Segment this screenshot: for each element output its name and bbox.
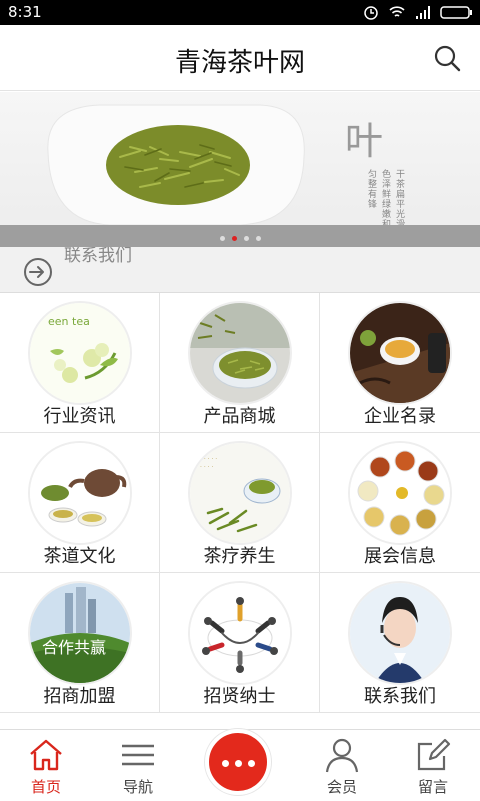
enterprise-directory-icon bbox=[348, 301, 452, 405]
nav-message[interactable]: 留言 bbox=[393, 730, 473, 801]
status-bar: 8:31 bbox=[0, 0, 480, 25]
wifi-icon bbox=[389, 6, 405, 17]
grid-item-label: 展会信息 bbox=[364, 546, 436, 567]
carousel-dot-active[interactable] bbox=[231, 236, 237, 241]
grid-item-tea-culture[interactable]: 茶道文化 bbox=[0, 433, 160, 573]
tea-culture-icon bbox=[28, 441, 132, 545]
grid-item-enterprise-directory[interactable]: 企业名录 bbox=[320, 293, 480, 433]
carousel-dot[interactable] bbox=[243, 236, 249, 241]
nav-navigation[interactable]: 导航 bbox=[98, 730, 178, 801]
carousel-dots bbox=[0, 236, 480, 241]
nav-home[interactable]: 首页 bbox=[6, 730, 86, 801]
contact-us-icon bbox=[348, 581, 452, 685]
grid-item-product-mall[interactable]: 产品商城 bbox=[160, 293, 320, 433]
edit-icon bbox=[417, 738, 451, 771]
nav-message-label: 留言 bbox=[417, 778, 448, 796]
thumb-text: een tea bbox=[48, 315, 90, 328]
franchise-icon: 合作共赢 bbox=[28, 581, 132, 685]
more-dots-icon bbox=[209, 760, 267, 767]
industry-news-icon: een tea bbox=[28, 301, 132, 405]
grid-item-exhibition-info[interactable]: 展会信息 bbox=[320, 433, 480, 573]
search-icon[interactable] bbox=[432, 43, 462, 73]
alarm-icon bbox=[364, 6, 378, 20]
app-header: 青海茶叶网 bbox=[0, 25, 480, 91]
carousel-dot[interactable] bbox=[255, 236, 261, 241]
grid-item-recruitment[interactable]: 招贤纳士 bbox=[160, 573, 320, 713]
menu-icon bbox=[122, 744, 154, 766]
nav-home-label: 首页 bbox=[30, 778, 61, 796]
product-mall-icon bbox=[188, 301, 292, 405]
exhibition-info-icon bbox=[348, 441, 452, 545]
user-icon bbox=[325, 738, 359, 773]
grid-item-industry-news[interactable]: een tea 行业资讯 bbox=[0, 293, 160, 433]
notice-text: 联系我们 bbox=[64, 247, 132, 266]
grid-item-label: 招商加盟 bbox=[43, 686, 116, 707]
green-tea-plate-image bbox=[47, 104, 305, 226]
page-title: 青海茶叶网 bbox=[174, 48, 305, 78]
svg-text:· · · ·: · · · · bbox=[200, 464, 213, 471]
grid-item-label: 茶疗养生 bbox=[203, 546, 276, 567]
grid-item-tea-health[interactable]: · · · · · · · · · 茶疗养生 bbox=[160, 433, 320, 573]
center-more-button[interactable] bbox=[205, 729, 271, 795]
grid-item-label: 联系我们 bbox=[364, 686, 436, 707]
signal-icon bbox=[416, 6, 430, 19]
notice-bar[interactable]: 联系我们 bbox=[0, 247, 480, 293]
svg-text:· · · · ·: · · · · · bbox=[200, 456, 217, 463]
carousel-dot[interactable] bbox=[219, 236, 225, 241]
nav-member[interactable]: 会员 bbox=[302, 730, 382, 801]
banner-calligraphy: 叶 bbox=[345, 119, 384, 163]
banner-vertical-text-1: 干茶扁平光滑 bbox=[396, 170, 406, 230]
grid-item-label: 招贤纳士 bbox=[203, 686, 276, 707]
grid-item-label: 产品商城 bbox=[203, 406, 276, 427]
login-icon bbox=[24, 258, 52, 286]
banner-vertical-text-2: 色泽鲜绿嫩和 bbox=[382, 170, 392, 230]
home-icon bbox=[30, 739, 62, 771]
battery-icon bbox=[440, 6, 472, 19]
thumb-text: 合作共赢 bbox=[42, 638, 106, 657]
recruitment-icon bbox=[188, 581, 292, 685]
status-icons bbox=[362, 3, 474, 21]
grid-item-label: 茶道文化 bbox=[43, 546, 116, 567]
banner-vertical-text-3: 匀整有锋 bbox=[368, 170, 378, 210]
grid-item-contact-us[interactable]: 联系我们 bbox=[320, 573, 480, 713]
grid-item-label: 企业名录 bbox=[364, 406, 436, 427]
status-time: 8:31 bbox=[8, 3, 42, 21]
nav-navigation-label: 导航 bbox=[122, 778, 153, 796]
grid-item-franchise[interactable]: 合作共赢 招商加盟 bbox=[0, 573, 160, 713]
banner-carousel[interactable]: 叶 干茶扁平光滑 色泽鲜绿嫩和 匀整有锋 bbox=[0, 92, 480, 247]
grid-item-label: 行业资讯 bbox=[43, 406, 116, 427]
category-grid: een tea 行业资讯 产品商城 企业名录 茶道文化 · · · · · · … bbox=[0, 293, 480, 713]
tea-health-icon: · · · · · · · · · bbox=[188, 441, 292, 545]
nav-member-label: 会员 bbox=[326, 778, 357, 796]
